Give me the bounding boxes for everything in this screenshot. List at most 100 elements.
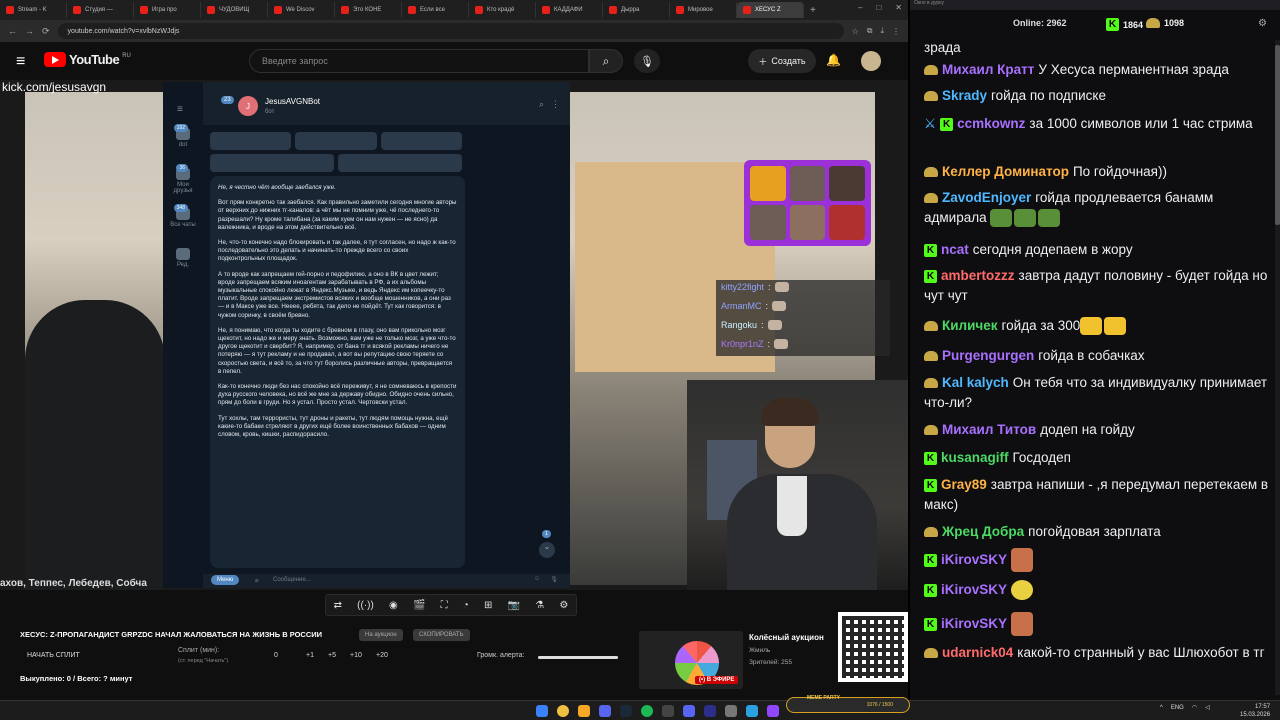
reload-icon[interactable]: ⟳ <box>42 26 50 37</box>
chat-username[interactable]: Жрец Добра <box>942 524 1024 539</box>
browser-tab[interactable]: Если все <box>402 2 469 18</box>
gauge-icon[interactable]: ◔ <box>463 600 469 611</box>
flask-icon[interactable]: ⚗ <box>535 600 544 611</box>
telegram-folder[interactable]: Ред. <box>167 248 199 268</box>
auction-title[interactable]: Колёсный аукцион <box>749 633 824 642</box>
bot-button[interactable] <box>210 154 334 172</box>
chat-username[interactable]: Михаил Кратт <box>942 62 1034 77</box>
chat-username[interactable]: kusanagiff <box>941 450 1009 465</box>
crop-icon[interactable]: ⛶ <box>441 600 448 611</box>
more-icon[interactable]: ⋮ <box>551 99 560 110</box>
camera-icon[interactable]: 📷 <box>508 600 520 611</box>
search-button[interactable]: ⌕ <box>589 49 623 73</box>
auction-thumbnail[interactable]: (•) В ЭФИРЕ <box>639 631 743 689</box>
browser-tab[interactable]: Студия — <box>67 2 134 18</box>
chat-username[interactable]: iKirovSKY <box>941 616 1007 631</box>
notifications-bell-icon[interactable]: 🔔 <box>826 53 841 67</box>
telegram-icon[interactable] <box>746 705 758 717</box>
record-icon[interactable]: ◉ <box>389 600 398 611</box>
browser-tab[interactable]: Мировое <box>670 2 737 18</box>
split-add-20[interactable]: +20 <box>376 652 388 659</box>
add-overlay-icon[interactable]: ⊞ <box>484 600 492 611</box>
browser-tab[interactable]: ХЕСУС Z <box>737 2 804 18</box>
scroll-down-icon[interactable]: ⌄ <box>539 542 555 558</box>
clock[interactable]: 17:57 15.03.2026 <box>1240 703 1270 719</box>
chrome-icon[interactable] <box>557 705 569 717</box>
telegram-folder[interactable]: 36 Мои друзья <box>167 164 199 194</box>
chat-username[interactable]: udarnick04 <box>942 645 1013 660</box>
browser-tab[interactable]: Игра про <box>134 2 201 18</box>
chat-username[interactable]: Purgengurgen <box>942 348 1034 363</box>
bot-button[interactable] <box>338 154 462 172</box>
close-icon[interactable]: ✕ <box>895 3 902 12</box>
chat-username[interactable]: ambertozzz <box>941 268 1015 283</box>
chat-username[interactable]: Киличек <box>942 318 998 333</box>
auction-pill[interactable]: На аукцион <box>359 629 403 641</box>
chat-username[interactable]: iKirovSKY <box>941 582 1007 597</box>
chat-username[interactable]: Келлер Доминатор <box>942 164 1069 179</box>
search-icon[interactable]: ⌕ <box>539 99 544 110</box>
chat-username[interactable]: Михаил Титов <box>942 422 1036 437</box>
alert-volume-slider[interactable] <box>538 656 618 659</box>
app-icon[interactable] <box>725 705 737 717</box>
star-icon[interactable]: ☆ <box>852 27 859 36</box>
volume-icon[interactable]: ◁ <box>1205 704 1210 711</box>
chat-username[interactable]: iKirovSKY <box>941 552 1007 567</box>
emoji-icon[interactable]: ☺ <box>534 576 540 582</box>
voice-search-button[interactable]: 🎙 <box>634 49 660 73</box>
split-value[interactable]: 0 <box>274 652 278 659</box>
chat-username[interactable]: Kal kalych <box>942 375 1009 390</box>
attach-icon[interactable]: ⌀ <box>255 577 259 584</box>
browser-tab[interactable]: We Discov <box>268 2 335 18</box>
split-add-1[interactable]: +1 <box>306 652 314 659</box>
video-player[interactable]: kick.com/jesusavgn ахов, Теппес, Лебедев… <box>0 80 908 590</box>
account-avatar[interactable] <box>861 51 881 71</box>
folder-icon[interactable] <box>578 705 590 717</box>
wifi-icon[interactable]: ◠ <box>1192 704 1197 711</box>
chat-username[interactable]: Skrady <box>942 88 987 103</box>
maximize-icon[interactable]: □ <box>876 3 881 12</box>
message-input[interactable]: Сообщение... <box>273 577 311 583</box>
telegram-folder[interactable]: 192 dot <box>167 124 199 148</box>
create-button[interactable]: ＋ Создать <box>748 49 816 73</box>
swap-icon[interactable]: ⇄ <box>334 600 342 611</box>
new-tab-icon[interactable]: + <box>810 5 816 16</box>
forward-icon[interactable]: → <box>25 26 34 36</box>
telegram-menu-icon[interactable]: ≡ <box>177 104 183 115</box>
spotify-icon[interactable] <box>641 705 653 717</box>
bot-name[interactable]: JesusAVGNBot <box>265 97 320 106</box>
chat-username[interactable]: ncat <box>941 242 969 257</box>
minimize-icon[interactable]: – <box>858 3 862 12</box>
download-icon[interactable]: ⤓ <box>880 26 884 36</box>
gear-icon[interactable]: ⚙ <box>559 600 568 611</box>
split-add-10[interactable]: +10 <box>350 652 362 659</box>
obs-icon[interactable] <box>767 705 779 717</box>
browser-menu-icon[interactable]: ⋮ <box>892 27 900 36</box>
browser-tab[interactable]: Дырра <box>603 2 670 18</box>
back-icon[interactable]: ← <box>8 26 17 36</box>
discord-icon[interactable] <box>599 705 611 717</box>
url-field[interactable]: youtube.com/watch?v=xvlbNzWJdjs <box>57 23 844 39</box>
extensions-icon[interactable]: ⧉ <box>867 26 873 36</box>
chat-username[interactable]: ccmkownz <box>957 116 1025 131</box>
bot-button[interactable] <box>295 132 377 150</box>
bot-menu-button[interactable]: Меню <box>211 575 240 585</box>
windows-start-icon[interactable] <box>536 705 548 717</box>
auction-channel[interactable]: Жмиль <box>749 647 770 654</box>
search-input[interactable]: Введите запрос <box>249 49 589 73</box>
browser-tab[interactable]: Кто крадё <box>469 2 536 18</box>
youtube-logo[interactable]: YouTube RU <box>44 52 131 67</box>
gear-icon[interactable]: ⚙ <box>1258 18 1267 29</box>
discord-icon[interactable] <box>683 705 695 717</box>
copy-pill[interactable]: СКОПИРОВАТЬ <box>413 629 470 641</box>
bot-button[interactable] <box>210 132 292 150</box>
media-icon[interactable] <box>704 705 716 717</box>
app-icon[interactable] <box>662 705 674 717</box>
telegram-folder[interactable]: 348 Все чаты <box>167 204 199 228</box>
chat-scroll-thumb[interactable] <box>1275 45 1280 225</box>
clapper-icon[interactable]: 🎬 <box>413 600 425 611</box>
steam-icon[interactable] <box>620 705 632 717</box>
browser-tab[interactable]: Stream - K <box>0 2 67 18</box>
bot-button[interactable] <box>380 132 462 150</box>
mic-icon[interactable]: 🎙 <box>550 576 558 583</box>
